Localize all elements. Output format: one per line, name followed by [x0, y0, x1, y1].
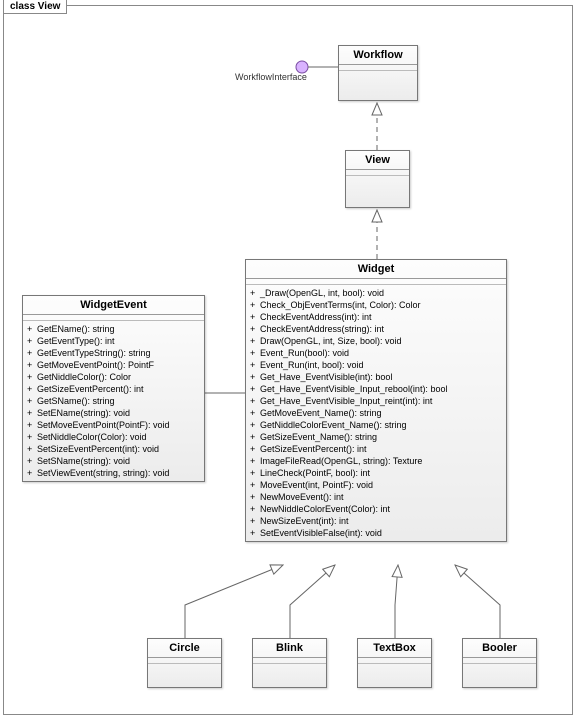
class-widget-title: Widget [246, 260, 506, 279]
operation: +GetSizeEvent_Name(): string [250, 431, 502, 443]
operation: +_Draw(OpenGL, int, bool): void [250, 287, 502, 299]
operation: +GetSizeEventPercent(): int [250, 443, 502, 455]
operation: +GetEventTypeString(): string [27, 347, 200, 359]
operation: +CheckEventAddress(int): int [250, 311, 502, 323]
operation: +Get_Have_EventVisible(int): bool [250, 371, 502, 383]
class-workflow-title: Workflow [339, 46, 417, 65]
operation: +SetSName(string): void [27, 455, 200, 467]
operation: +SetSizeEventPercent(int): void [27, 443, 200, 455]
class-widget: Widget +_Draw(OpenGL, int, bool): void+C… [245, 259, 507, 542]
class-blink: Blink [252, 638, 327, 688]
operation: +SetViewEvent(string, string): void [27, 467, 200, 479]
operation: +NewNiddleColorEvent(Color): int [250, 503, 502, 515]
operation: +GetNiddleColorEvent_Name(): string [250, 419, 502, 431]
operation: +GetSName(): string [27, 395, 200, 407]
class-circle-title: Circle [148, 639, 221, 658]
operation: +SetEName(string): void [27, 407, 200, 419]
operation: +GetNiddleColor(): Color [27, 371, 200, 383]
operation: +GetEventType(): int [27, 335, 200, 347]
operation: +SetMoveEventPoint(PointF): void [27, 419, 200, 431]
class-widgetevent: WidgetEvent +GetEName(): string+GetEvent… [22, 295, 205, 482]
operation: +Check_ObjEventTerms(int, Color): Color [250, 299, 502, 311]
class-view: View [345, 150, 410, 208]
operation: +Draw(OpenGL, int, Size, bool): void [250, 335, 502, 347]
operation: +SetNiddleColor(Color): void [27, 431, 200, 443]
class-circle: Circle [147, 638, 222, 688]
operation: +GetMoveEvent_Name(): string [250, 407, 502, 419]
class-textbox-title: TextBox [358, 639, 431, 658]
class-textbox: TextBox [357, 638, 432, 688]
operation: +Get_Have_EventVisible_Input_rebool(int)… [250, 383, 502, 395]
operation: +Event_Run(int, bool): void [250, 359, 502, 371]
class-blink-title: Blink [253, 639, 326, 658]
interface-label: WorkflowInterface [235, 72, 307, 82]
class-booler: Booler [462, 638, 537, 688]
operation: +Get_Have_EventVisible_Input_reint(int):… [250, 395, 502, 407]
class-view-title: View [346, 151, 409, 170]
frame-title: class View [3, 0, 67, 14]
class-widget-operations: +_Draw(OpenGL, int, bool): void+Check_Ob… [246, 285, 506, 541]
operation: +MoveEvent(int, PointF): void [250, 479, 502, 491]
operation: +SetEventVisibleFalse(int): void [250, 527, 502, 539]
class-booler-title: Booler [463, 639, 536, 658]
operation: +ImageFileRead(OpenGL, string): Texture [250, 455, 502, 467]
class-widgetevent-operations: +GetEName(): string+GetEventType(): int+… [23, 321, 204, 481]
operation: +GetEName(): string [27, 323, 200, 335]
class-widgetevent-title: WidgetEvent [23, 296, 204, 315]
operation: +GetMoveEventPoint(): PointF [27, 359, 200, 371]
operation: +GetSizeEventPercent(): int [27, 383, 200, 395]
operation: +Event_Run(bool): void [250, 347, 502, 359]
operation: +LineCheck(PointF, bool): int [250, 467, 502, 479]
operation: +CheckEventAddress(string): int [250, 323, 502, 335]
class-workflow: Workflow [338, 45, 418, 101]
operation: +NewMoveEvent(): int [250, 491, 502, 503]
operation: +NewSizeEvent(int): int [250, 515, 502, 527]
